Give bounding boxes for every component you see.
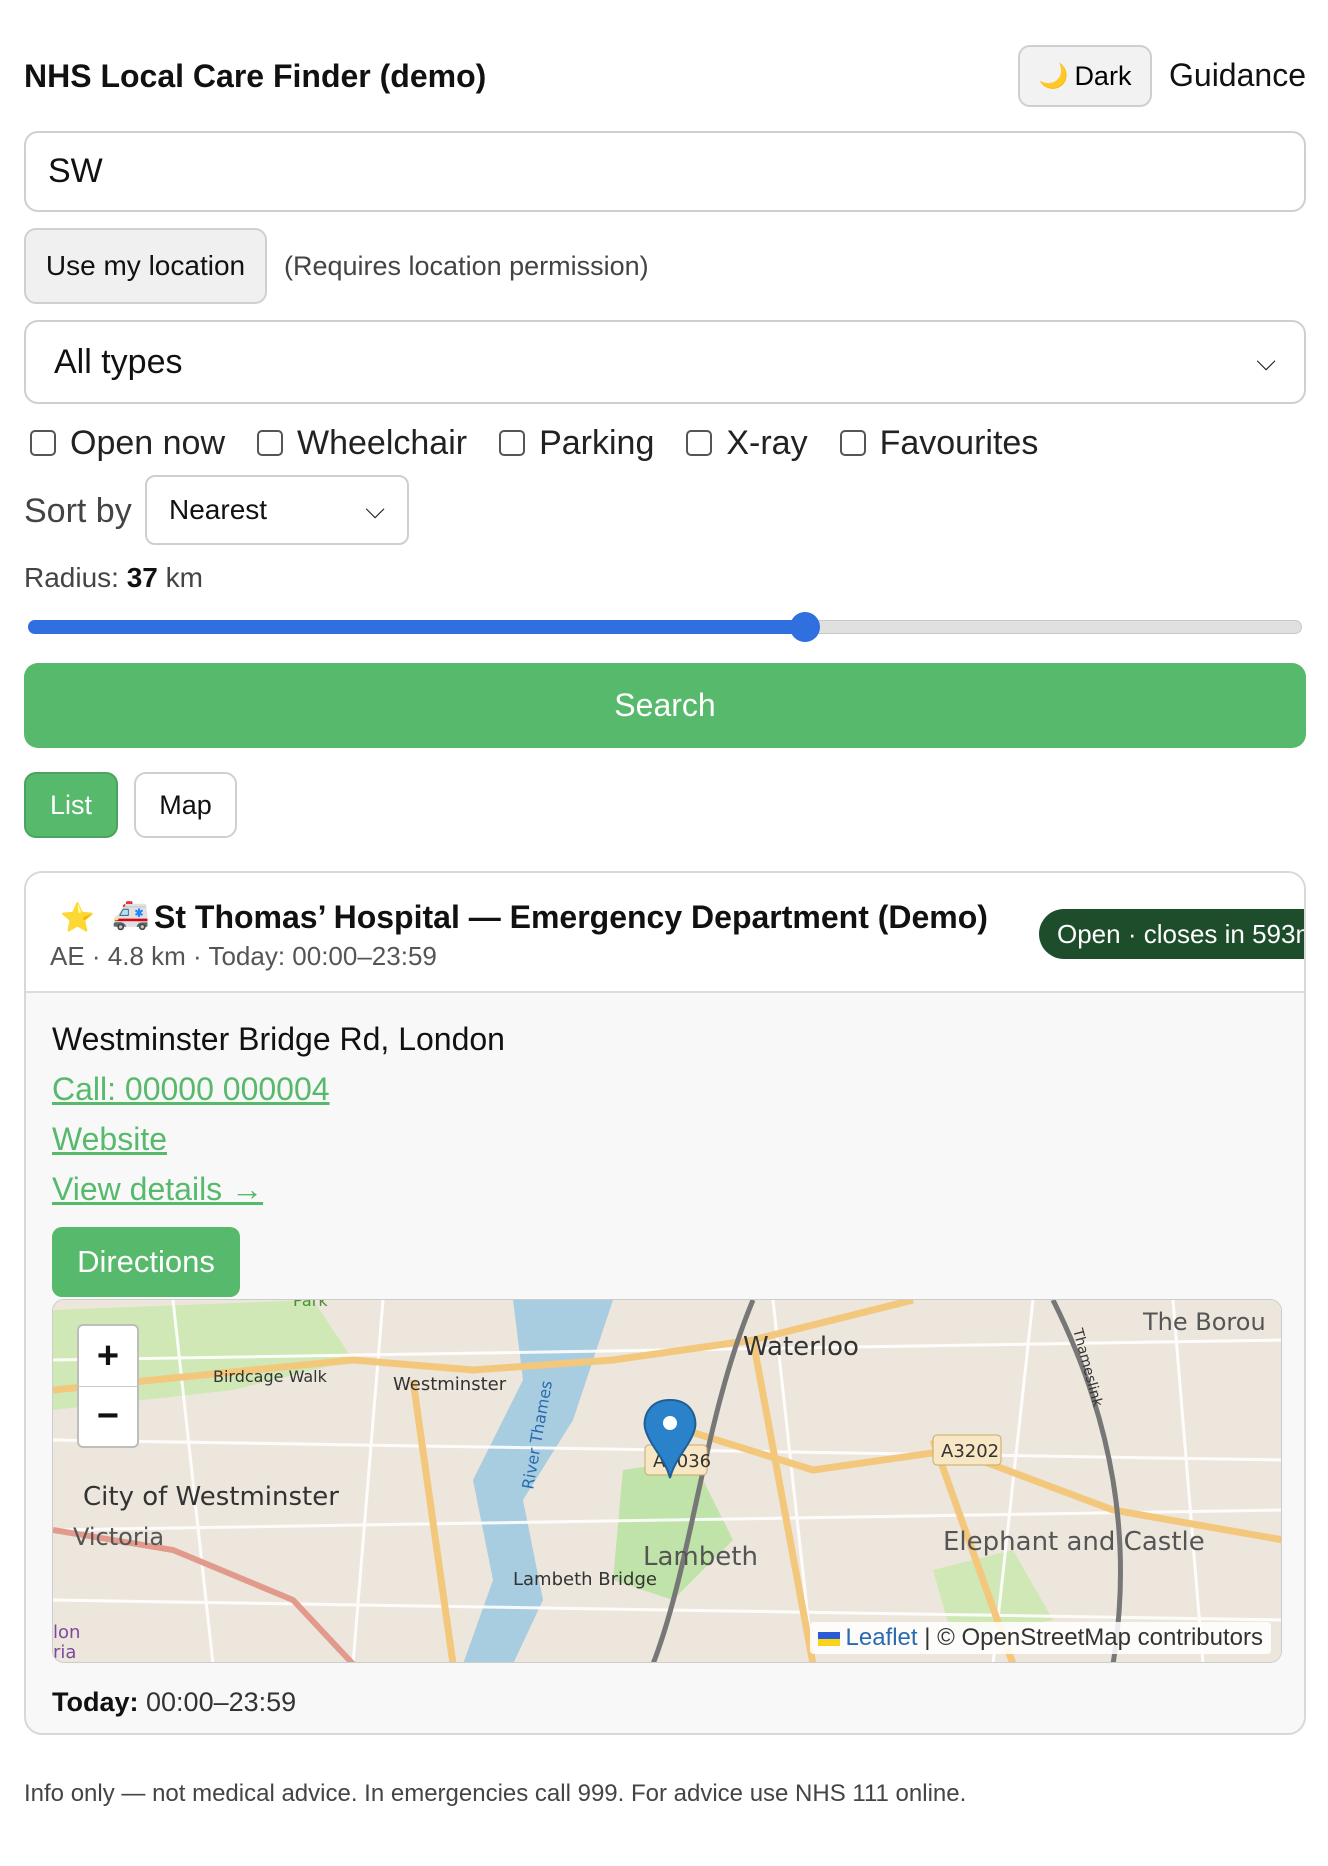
filter-label: Wheelchair — [297, 423, 468, 462]
filter-favourites[interactable]: Favourites — [839, 423, 1039, 463]
zoom-in-button[interactable]: + — [79, 1326, 137, 1386]
map-label: Birdcage Walk — [213, 1367, 328, 1386]
map-label: Park — [293, 1300, 328, 1310]
location-note: (Requires location permission) — [284, 251, 649, 281]
filter-open-now[interactable]: Open now — [30, 424, 225, 463]
dark-mode-button[interactable]: 🌙 Dark — [1018, 45, 1152, 107]
map-label: lon — [53, 1622, 80, 1643]
header: NHS Local Care Finder (demo) 🌙 Dark Guid… — [24, 40, 1306, 112]
dark-mode-label: Dark — [1074, 60, 1132, 91]
result-card: ⭐ 🚑 St Thomas’ Hospital — Emergency Depa… — [24, 871, 1306, 1735]
app-title: NHS Local Care Finder (demo) — [24, 58, 487, 94]
chevron-down-icon: ⌵ — [1256, 346, 1276, 376]
place-meta: AE · 4.8 km · Today: 00:00–23:59 — [50, 941, 437, 971]
map-label: Victoria — [73, 1523, 164, 1551]
result-header: ⭐ 🚑 St Thomas’ Hospital — Emergency Depa… — [26, 873, 1304, 993]
map-label: The Borou — [1142, 1308, 1266, 1336]
map-label: Elephant and Castle — [943, 1527, 1205, 1557]
map-attribution: Leaflet | © OpenStreetMap contributors — [809, 1622, 1271, 1654]
type-select[interactable]: All types ⌵ — [24, 320, 1306, 404]
filter-wheelchair[interactable]: Wheelchair — [257, 424, 467, 463]
map-label: City of Westminster — [83, 1482, 339, 1512]
zoom-out-button[interactable]: − — [79, 1386, 137, 1446]
filter-label: Parking — [539, 423, 655, 462]
place-name: St Thomas’ Hospital — Emergency Departme… — [154, 899, 988, 935]
search-input[interactable] — [24, 131, 1306, 212]
filter-label: X-ray — [726, 423, 808, 462]
favourite-star-icon[interactable]: ⭐ — [60, 901, 95, 934]
map-view[interactable]: City of Westminster Victoria Waterloo We… — [52, 1299, 1282, 1663]
radius-label: Radius: 37 km — [24, 562, 203, 593]
status-badge: Open · closes in 593m — [1039, 909, 1304, 959]
map-label: A3202 — [941, 1441, 999, 1462]
zoom-control: + − — [77, 1324, 139, 1448]
search-button[interactable]: Search — [24, 663, 1306, 748]
radius-value: 37 — [126, 562, 158, 593]
today-hours: Today: 00:00–23:59 — [52, 1687, 297, 1717]
slider-fill — [28, 620, 806, 634]
sort-label: Sort by — [24, 492, 132, 530]
sort-select-value: Nearest — [169, 494, 268, 525]
view-list-button[interactable]: List — [24, 772, 118, 838]
flag-icon — [817, 1631, 840, 1646]
checkbox[interactable] — [257, 430, 283, 456]
leaflet-link[interactable]: Leaflet — [846, 1624, 918, 1651]
sort-select[interactable]: Nearest ⌵ — [145, 475, 409, 545]
use-my-location-button[interactable]: Use my location — [24, 228, 267, 304]
checkbox[interactable] — [30, 430, 56, 456]
filter-label: Favourites — [879, 423, 1039, 462]
view-map-button[interactable]: Map — [134, 772, 237, 838]
ambulance-icon: 🚑 — [112, 898, 150, 931]
chevron-down-icon: ⌵ — [365, 494, 385, 524]
filter-xray[interactable]: X-ray — [686, 423, 808, 463]
checkbox[interactable] — [839, 430, 866, 456]
map-label: Waterloo — [743, 1332, 859, 1362]
view-details-link[interactable]: View details → — [52, 1171, 263, 1208]
radius-slider[interactable] — [28, 612, 1302, 642]
website-link[interactable]: Website — [52, 1121, 167, 1158]
page: NHS Local Care Finder (demo) 🌙 Dark Guid… — [0, 0, 1328, 1866]
map-label: Westminster — [393, 1374, 507, 1395]
checkbox[interactable] — [499, 430, 526, 456]
footer-disclaimer: Info only — not medical advice. In emerg… — [24, 1780, 967, 1807]
map-label: ria — [53, 1642, 76, 1663]
moon-icon: 🌙 — [1038, 62, 1069, 90]
directions-button[interactable]: Directions — [52, 1227, 240, 1297]
filter-parking[interactable]: Parking — [499, 424, 654, 463]
place-address: Westminster Bridge Rd, London — [52, 1021, 505, 1057]
filter-label: Open now — [70, 423, 225, 462]
map-tiles: City of Westminster Victoria Waterloo We… — [53, 1300, 1281, 1663]
map-label: Lambeth Bridge — [513, 1569, 657, 1590]
attribution-text: | © OpenStreetMap contributors — [924, 1624, 1263, 1651]
guidance-link[interactable]: Guidance — [1169, 57, 1306, 94]
filters: Open now Wheelchair Parking X-ray Favour… — [30, 420, 1070, 466]
map-label: Lambeth — [643, 1542, 758, 1572]
call-link[interactable]: Call: 00000 000004 — [52, 1071, 330, 1108]
type-select-value: All types — [54, 342, 183, 381]
checkbox[interactable] — [686, 430, 713, 456]
slider-thumb[interactable] — [790, 612, 821, 642]
